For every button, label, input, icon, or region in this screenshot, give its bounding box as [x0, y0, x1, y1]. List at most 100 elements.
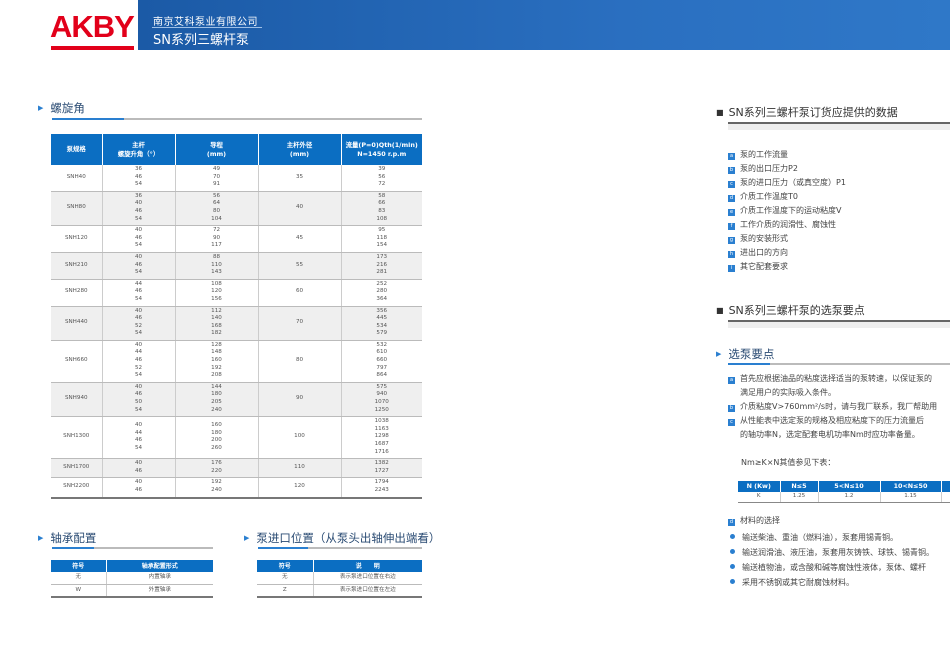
angle-cell: 40 44 46 54	[102, 416, 176, 460]
table-row: SNH1300 40 44 46 54 160 180 200 260 100 1038 1163 12…	[51, 416, 422, 460]
angle-value: 46	[134, 261, 143, 268]
angle-value: 46	[134, 315, 143, 322]
section-title-bearing: ▶ 轴承配置	[38, 531, 97, 545]
bullet-icon	[730, 549, 735, 554]
letter-badge-icon: e	[728, 209, 735, 216]
column-header: 导程 (mm)	[175, 134, 259, 165]
column-header: 符号	[51, 560, 107, 572]
lead-value: 160	[211, 422, 222, 429]
bullet-icon	[730, 534, 735, 539]
flow-value: 154	[376, 242, 388, 249]
letter-badge-icon: c	[728, 419, 735, 426]
column-header: 主杆 螺旋升角（°）	[102, 134, 176, 165]
lead-value: 90	[212, 234, 221, 241]
product-title: SN系列三螺杆泵	[153, 33, 249, 48]
angle-value: 40	[134, 383, 143, 390]
lead-value: 208	[211, 372, 222, 379]
flow-value: 2243	[374, 486, 389, 493]
flow-value: 39	[378, 166, 386, 172]
model-cell: SNH120	[51, 225, 103, 253]
flow-value: 364	[376, 295, 388, 302]
lead-value: 144	[211, 383, 222, 390]
cell: K	[738, 492, 781, 503]
flow-cell: 1794 2243	[341, 477, 422, 499]
table-row: SNH440 40 46 52 54 112 140 168 182 70 356 445 534 579	[51, 306, 422, 341]
lead-value: 192	[211, 364, 222, 371]
cell: 无	[51, 572, 107, 585]
lead-value: 140	[211, 315, 222, 322]
lead-value: 182	[211, 330, 222, 337]
lead-cell: 144 180 205 240	[175, 382, 259, 418]
section-title-order: ■ SN系列三螺杆泵订货应提供的数据	[716, 106, 898, 119]
bearing-table: 符号 轴承配置形式无内置轴承 W 外置轴承	[51, 560, 213, 598]
flow-value: 940	[376, 391, 388, 398]
column-header: 说 明	[313, 560, 422, 572]
arrow-icon: ▶	[716, 350, 722, 358]
angle-value: 50	[134, 399, 143, 406]
cell: Z	[257, 584, 314, 598]
flow-cell: 1038 1163 1298 1687 1716	[341, 416, 422, 460]
list-item: a 首先应根据油品的粘度选择适当的泵转速，以保证泵的	[728, 372, 948, 386]
lead-value: 205	[211, 399, 222, 406]
diameter-cell: 80	[258, 340, 342, 383]
angle-value: 36	[134, 192, 143, 199]
flow-value: 610	[376, 349, 388, 356]
lead-cell: 49 70 91	[175, 165, 259, 192]
lead-value: 88	[212, 253, 221, 260]
lead-value: 168	[211, 322, 222, 329]
angle-value: 40	[134, 253, 143, 260]
arrow-icon: ▶	[244, 534, 250, 542]
letter-badge-icon: d	[728, 195, 735, 202]
flow-cell: 58 66 83 108	[341, 191, 422, 227]
flow-value: 58	[378, 192, 386, 199]
angle-value: 36	[134, 166, 143, 172]
lead-value: 117	[211, 242, 222, 249]
item-text: 泵的工作流量	[740, 150, 788, 159]
item-text: 从性能表中选定泵的规格及相应粘度下的压力流量后	[740, 416, 924, 425]
flow-value: 864	[376, 372, 388, 379]
flow-value: 1298	[374, 433, 389, 440]
angle-value: 46	[134, 234, 143, 241]
angle-cell: 40 46	[102, 458, 176, 479]
angle-cell: 40 44 46 52 54	[102, 340, 176, 383]
lead-value: 156	[211, 295, 222, 302]
table-row: W 外置轴承	[51, 584, 213, 598]
cell: W	[51, 584, 107, 598]
angle-value: 54	[134, 181, 143, 188]
angle-cell: 40 46	[102, 477, 176, 499]
flow-value: 1687	[374, 441, 389, 447]
flow-value: 579	[376, 330, 388, 337]
column-header: 泵规格	[51, 134, 103, 165]
flow-cell: 173 216 281	[341, 252, 422, 280]
table-row: SNH40 36 46 54 49 70 91 35 39 56 72	[51, 165, 422, 192]
cell: 1.15	[880, 492, 942, 503]
lead-value: 56	[212, 192, 221, 199]
item-text: 输送润滑油、液压油，泵套用灰铸铁、球铁、锡青铜。	[742, 548, 934, 557]
lead-value: 104	[211, 215, 222, 222]
lead-value: 240	[211, 406, 222, 413]
list-item: c 泵的进口压力（或真空度）P1	[728, 176, 948, 190]
lead-cell: 88 110 143	[175, 252, 259, 280]
flow-cell: 532 610 660 797 864	[341, 340, 422, 383]
column-header: N≤5	[780, 481, 819, 492]
lead-value: 260	[211, 444, 222, 451]
list-item: f 工作介质的润滑性、腐蚀性	[728, 218, 948, 232]
column-header	[941, 481, 950, 492]
item-text: 满足用户的实际吸入条件。	[740, 388, 836, 397]
material-list: 输送柴油、重油（燃料油），泵套用锡青铜。 输送润滑油、液压油，泵套用灰铸铁、球铁、…	[728, 530, 948, 590]
lead-cell: 128 148 160 192 208	[175, 340, 259, 383]
item-text: 其它配套要求	[740, 262, 788, 271]
lead-value: 220	[211, 467, 222, 474]
lead-value: 240	[211, 486, 222, 493]
lead-cell: 192 240	[175, 477, 259, 499]
lead-value: 91	[212, 181, 221, 188]
diameter-cell: 60	[258, 279, 342, 307]
cell: 表示泵进口位置在右边	[313, 572, 422, 585]
cell	[941, 492, 950, 503]
list-item: a 泵的工作流量	[728, 148, 948, 162]
selection-list: a 首先应根据油品的粘度选择适当的泵转速，以保证泵的 满足用户的实际吸入条件。 b 介质…	[728, 372, 948, 442]
lead-value: 120	[211, 288, 222, 295]
angle-cell: 36 40 46 54	[102, 191, 176, 227]
flow-value: 1250	[374, 406, 389, 413]
item-text: 输送植物油，或含酸和碱等腐蚀性液体，泵体、螺杆	[742, 563, 926, 572]
